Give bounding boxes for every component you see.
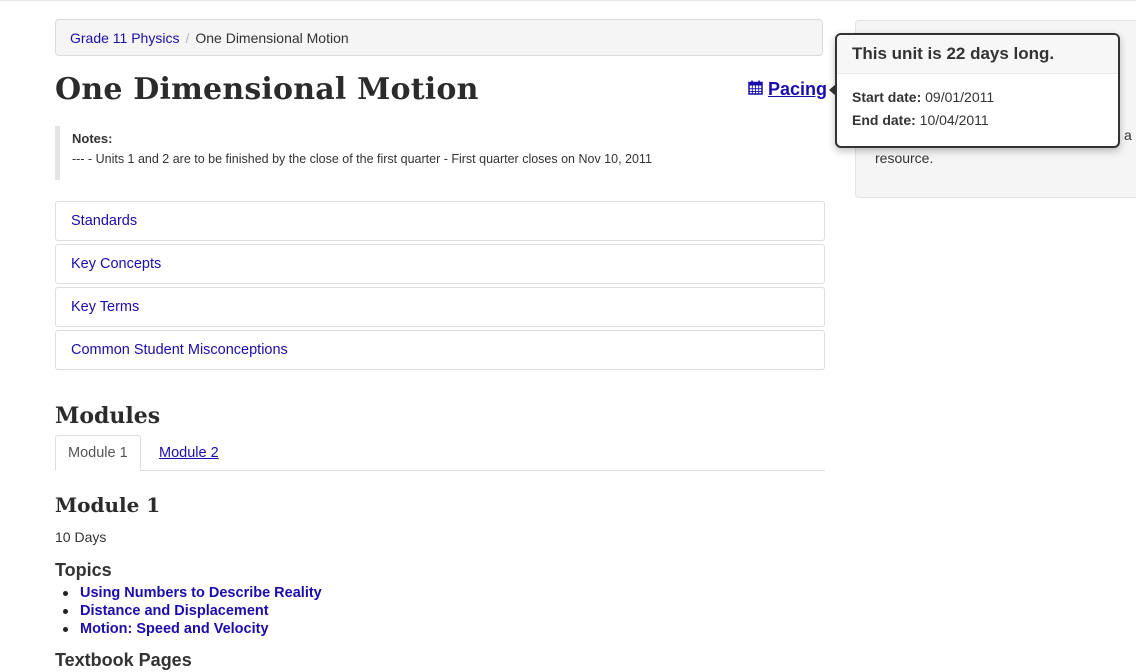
tab-module-1[interactable]: Module 1 (55, 435, 141, 471)
accordion-key-terms-link[interactable]: Key Terms (71, 299, 139, 315)
module-tabs: Module 1 Module 2 (55, 435, 825, 471)
accordion-misconceptions-link[interactable]: Common Student Misconceptions (71, 342, 288, 358)
topic-link-numbers-reality[interactable]: Using Numbers to Describe Reality (80, 585, 322, 601)
start-date-label: Start date: (852, 89, 922, 105)
end-date-row: End date: 10/04/2011 (852, 109, 1103, 132)
tab-module-2[interactable]: Module 2 (147, 435, 231, 471)
accordion-key-concepts[interactable]: Key Concepts (55, 244, 825, 284)
notes-text: --- - Units 1 and 2 are to be finished b… (72, 152, 652, 166)
end-date-value: 10/04/2011 (919, 112, 989, 128)
accordion-key-concepts-link[interactable]: Key Concepts (71, 256, 161, 272)
list-item: Using Numbers to Describe Reality (63, 584, 322, 602)
accordion-key-terms[interactable]: Key Terms (55, 287, 825, 327)
calendar-icon (748, 79, 763, 100)
accordion-standards-link[interactable]: Standards (71, 213, 137, 229)
topic-link-speed-velocity[interactable]: Motion: Speed and Velocity (80, 621, 269, 637)
pacing-label: Pacing (768, 79, 828, 99)
start-date-row: Start date: 09/01/2011 (852, 86, 1103, 109)
side-panel-resource-text: resource. (875, 150, 934, 166)
pacing-popover: This unit is 22 days long. Start date: 0… (835, 33, 1120, 148)
notes-label: Notes: (72, 131, 113, 146)
topics-list: Using Numbers to Describe Reality Distan… (55, 584, 322, 638)
modules-heading: Modules (55, 403, 161, 429)
accordion-misconceptions[interactable]: Common Student Misconceptions (55, 330, 825, 370)
popover-body: Start date: 09/01/2011 End date: 10/04/2… (837, 74, 1118, 132)
notes-block: Notes: --- - Units 1 and 2 are to be fin… (55, 126, 825, 180)
page-title: One Dimensional Motion (55, 72, 479, 107)
end-date-label: End date: (852, 112, 916, 128)
module-duration: 10 Days (55, 529, 107, 545)
side-panel-text-fragment: a (1124, 127, 1132, 143)
topic-link-distance-displacement[interactable]: Distance and Displacement (80, 603, 269, 619)
breadcrumb-current: One Dimensional Motion (195, 29, 349, 46)
pacing-link[interactable]: Pacing (748, 79, 827, 100)
topics-heading: Topics (55, 560, 112, 580)
popover-title: This unit is 22 days long. (837, 35, 1118, 74)
breadcrumb: Grade 11 Physics / One Dimensional Motio… (55, 19, 823, 56)
list-item: Distance and Displacement (63, 602, 322, 620)
module-title: Module 1 (55, 493, 161, 517)
list-item: Motion: Speed and Velocity (63, 620, 322, 638)
breadcrumb-separator: / (185, 29, 190, 46)
top-divider (0, 0, 1136, 1)
accordion-standards[interactable]: Standards (55, 201, 825, 241)
start-date-value: 09/01/2011 (925, 89, 995, 105)
breadcrumb-link-course[interactable]: Grade 11 Physics (70, 30, 179, 46)
textbook-pages-heading: Textbook Pages (55, 650, 192, 670)
